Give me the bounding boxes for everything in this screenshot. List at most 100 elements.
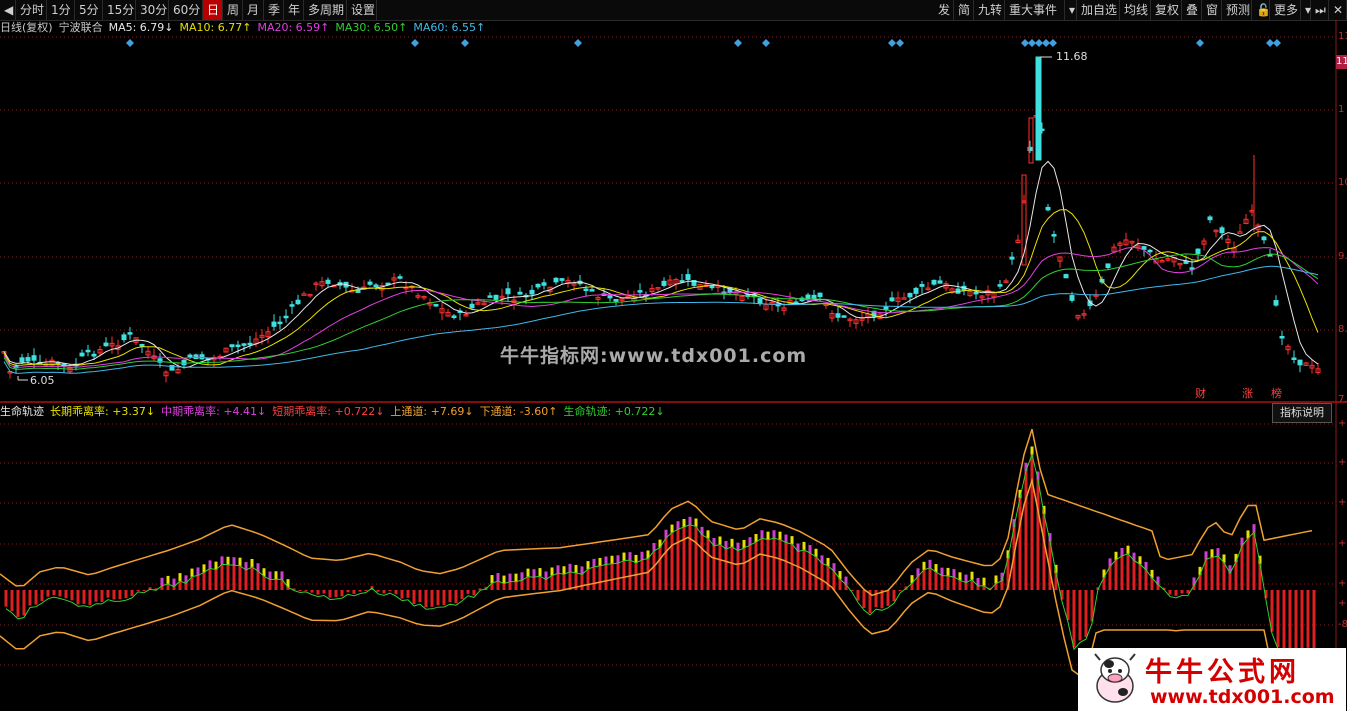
candle-body [1189,267,1195,270]
candle-body [373,284,379,287]
low-price-label: 6.05 [30,374,55,387]
bias-bar-cap [946,567,950,576]
bias-bar-cap [238,557,242,566]
bias-bar-cap [652,543,656,552]
candle-body [919,283,925,287]
bias-bar [100,590,104,602]
bias-bar [454,590,458,604]
bias-bar-cap [808,544,812,553]
event-diamond-icon [461,39,469,47]
candle-body [301,293,307,296]
candle-body [289,304,295,307]
bias-bar-cap [250,558,254,567]
bias-bar [1216,554,1220,590]
event-tag: 涨 [1242,387,1253,400]
candle-body [559,278,565,281]
bias-bar [778,537,782,590]
life-track-value: 生命轨迹: +0.722↓ [563,405,665,418]
bias-bar [448,590,452,603]
candle-body [181,359,187,366]
bias-bar [298,590,302,591]
bias-bar-cap [592,558,596,567]
bias-bar [334,590,338,598]
bias-bar-cap [928,559,932,568]
event-diamond-icon [1196,39,1204,47]
bias-bar [1072,590,1076,648]
bias-bar [748,543,752,590]
bias-bar [610,561,614,590]
bias-bar-cap [178,573,182,582]
right-axis-tick: 9. [1338,251,1347,262]
ma20-value: MA20: 6.59↑ [257,21,330,34]
bias-bar-cap [1126,545,1130,554]
bias-bar-cap [1204,551,1208,560]
bias-bar [1210,555,1214,590]
bias-bar [628,558,632,590]
bias-bar-cap [970,571,974,580]
bias-bar [430,590,434,607]
bias-bar [754,539,758,590]
bias-bar-cap [196,567,200,576]
bias-bar [16,590,20,617]
bias-bar [10,590,14,612]
candle-body [103,342,109,347]
bias-bar-cap [616,555,620,564]
candle-body [283,315,289,319]
right-axis-tick: 11 [1338,31,1347,42]
event-diamond-icon [1049,39,1057,47]
bias-bar [364,590,368,591]
bias-bar [1066,590,1070,621]
bias-bar-cap [604,556,608,565]
candle-body [1297,359,1303,366]
bias-bar [346,590,350,593]
bias-bar [742,545,746,590]
indicator-name: 生命轨迹 [0,405,44,418]
event-tag: 财 [1195,386,1206,400]
bias-bar [1084,590,1088,638]
bias-bar [598,563,602,590]
bias-bar-cap [280,571,284,580]
bias-bar [604,562,608,590]
bias-bar [928,565,932,590]
indicator-axis-tick: +1 [1338,497,1347,508]
candle-body [85,349,91,353]
candle-body [451,315,457,319]
bias-bar-cap [274,571,278,580]
event-diamond-icon [1035,39,1043,47]
bias-bar [1246,536,1250,590]
bias-bar-cap [622,552,626,561]
candle-body [295,299,301,305]
candle-body [637,290,643,293]
candle-body [127,332,133,335]
bias-bar [1288,590,1292,649]
ma10-value: MA10: 6.77↑ [179,21,252,34]
candle-body [1291,357,1297,361]
bias-bar [1042,511,1046,590]
bias-bar-cap [1252,524,1256,533]
event-tag: 榜 [1271,386,1282,400]
bias-bar-cap [574,564,578,573]
bias-bar-cap [1120,547,1124,556]
event-diamond-icon [1273,39,1281,47]
bias-bar-cap [634,554,638,563]
bias-bar [304,589,308,591]
bias-bar [808,550,812,590]
bias-bar-cap [496,573,500,582]
bias-bar [1294,590,1298,652]
bias-bar [580,572,584,590]
candle-body [931,279,937,285]
bias-bar [358,590,362,592]
right-axis-tick: 10 [1338,177,1347,188]
long-bias-value: 长期乖离率: +3.37↓ [50,405,156,418]
bias-bar-cap [268,571,272,580]
indicator-help-button[interactable]: 指标说明 [1272,403,1332,423]
bias-bar [1114,557,1118,590]
candle-body [1045,206,1051,211]
candle-body [121,334,127,341]
bias-bar [1300,590,1304,651]
bias-bar-cap [922,561,926,570]
bias-bar [388,590,392,592]
bias-bar [856,590,860,601]
bias-bar-cap [760,530,764,539]
candle-body [31,355,37,361]
